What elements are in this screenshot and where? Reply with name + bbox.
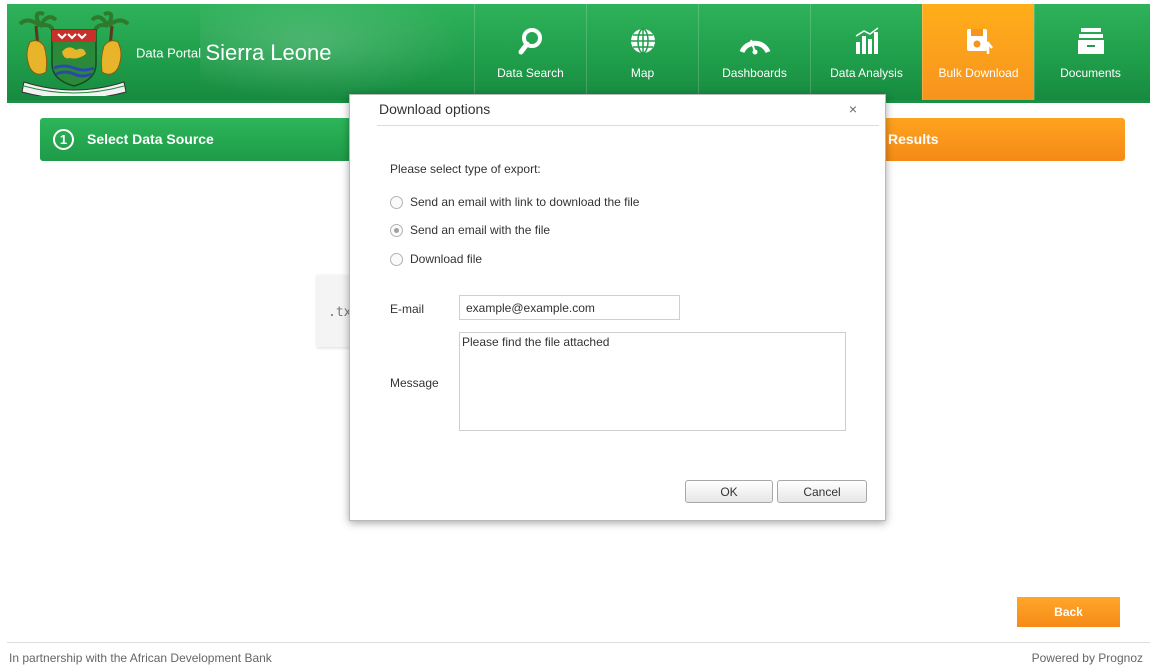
dialog-divider [377,125,879,126]
download-options-dialog: Download options × Please select type of… [349,94,886,521]
radio-button[interactable] [390,195,403,209]
nav-item-map[interactable]: Map [586,4,698,100]
nav-label: Data Search [497,66,564,80]
header: Data Portal Sierra Leone Data Search Map [0,0,1157,103]
file-format-label: .tx [328,305,352,320]
nav-label: Data Analysis [830,66,903,80]
gauge-icon [738,24,772,58]
step-results[interactable]: Results [880,118,1125,161]
export-type-prompt: Please select type of export: [390,162,541,176]
globe-icon [626,24,660,58]
floppy-download-icon [962,24,996,58]
search-icon [514,24,548,58]
option-download-file[interactable]: Download file [390,252,482,266]
brand-small-text: Data Portal [136,45,202,61]
brand-title[interactable]: Data Portal Sierra Leone [136,40,331,66]
radio-button[interactable] [390,252,403,266]
email-label: E-mail [390,302,425,316]
option-label: Send an email with the file [410,223,551,237]
main-nav: Data Search Map Dashboards Data Analysis [474,4,1146,100]
back-button[interactable]: Back [1017,597,1120,627]
ok-button[interactable]: OK [685,480,773,503]
cancel-button[interactable]: Cancel [777,480,867,503]
coat-of-arms-logo[interactable] [18,8,130,96]
radio-button-selected[interactable] [390,223,403,237]
nav-item-documents[interactable]: Documents [1034,4,1146,100]
option-email-link[interactable]: Send an email with link to download the … [390,195,639,209]
page: Data Portal Sierra Leone Data Search Map [0,0,1157,668]
dialog-title: Download options [379,101,491,117]
footer-divider [7,642,1150,643]
footer-powered-by[interactable]: Powered by Prognoz [1032,651,1143,665]
option-label: Download file [410,252,483,266]
nav-item-bulk-download[interactable]: Bulk Download [922,4,1034,100]
email-field[interactable] [459,295,680,320]
nav-label: Dashboards [722,66,787,80]
nav-label: Map [630,66,655,80]
message-label: Message [390,376,439,390]
step-label: Results [888,131,939,147]
step-select-data-source[interactable]: 1 Select Data Source [40,118,360,161]
nav-label: Documents [1060,66,1121,80]
nav-label: Bulk Download [938,66,1019,80]
close-icon[interactable]: × [846,101,860,117]
step-label: Select Data Source [87,131,214,147]
option-label: Send an email with link to download the … [410,195,640,209]
brand-country-name: Sierra Leone [205,40,332,65]
documents-icon [1074,24,1108,58]
nav-item-dashboards[interactable]: Dashboards [698,4,810,100]
nav-item-data-analysis[interactable]: Data Analysis [810,4,922,100]
footer-partnership-text: In partnership with the African Developm… [9,651,272,665]
chart-icon [850,24,884,58]
message-field[interactable]: Please find the file attached [459,332,846,431]
option-email-file[interactable]: Send an email with the file [390,223,550,237]
step-number-badge: 1 [53,129,74,150]
nav-item-data-search[interactable]: Data Search [474,4,586,100]
